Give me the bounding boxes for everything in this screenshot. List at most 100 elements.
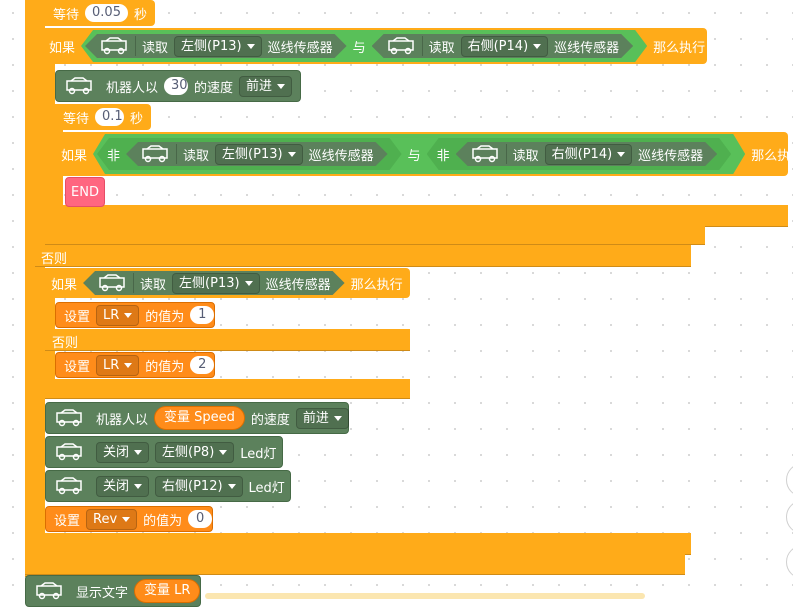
speed-of-label: 的速度 [250,412,290,428]
chevron-down-icon [247,44,255,49]
read-label: 读取 [183,148,210,164]
chevron-down-icon [219,449,228,455]
zoom-reset-button[interactable] [786,545,793,579]
led-side-dropdown[interactable]: 左侧(P8) [155,441,235,463]
value-input[interactable]: 1 [190,306,215,324]
then-label: 那么执行 [350,277,403,293]
chevron-down-icon [134,449,143,455]
wait-value-input[interactable]: 0.1 [95,108,124,126]
chevron-down-icon [288,152,296,157]
sensor-read-right[interactable]: 读取 右侧(P14) 巡线传感器 [456,142,718,166]
led-state-dropdown[interactable]: 关闭 [96,475,150,497]
end-block[interactable]: END [65,177,105,207]
sensor-read-left[interactable]: 读取 左侧(P13) 巡线传感器 [85,34,347,58]
chevron-down-icon [245,281,253,286]
separator [176,144,177,164]
dropdown-value: LR [103,357,120,373]
sensor-read-left[interactable]: 读取 左侧(P13) 巡线传感器 [83,271,345,295]
chevron-down-icon [617,152,625,157]
dropdown-value: 左侧(P8) [162,444,215,460]
value-input[interactable]: 0 [188,510,213,528]
variable-dropdown[interactable]: LR [96,354,140,376]
value-of-label: 的值为 [143,513,183,529]
if3-bottom [55,205,788,227]
read-label: 读取 [428,40,455,56]
speed-variable-reporter[interactable]: 变量 Speed [154,406,245,430]
if-label: 如果 [61,148,88,164]
else1-bottom [35,533,691,555]
robot-car-icon [34,582,64,600]
if-label: 如果 [49,40,76,56]
zoom-out-button[interactable] [786,500,793,534]
sec-label: 秒 [129,111,143,127]
led-block-right[interactable]: 关闭 右侧(P12) Led灯 [45,470,291,502]
led-block-left[interactable]: 关闭 左侧(P8) Led灯 [45,436,283,468]
not-label: 非 [436,148,450,164]
dropdown-value: 前进 [302,410,329,426]
direction-dropdown[interactable]: 前进 [295,407,349,429]
variable-dropdown[interactable]: Rev [86,508,138,530]
separator [506,144,507,164]
wait-block-1[interactable]: 等待 0.05 秒 [45,0,155,26]
sensor-read-right[interactable]: 读取 右侧(P14) 巡线传感器 [372,34,634,58]
not-operator-left[interactable]: 非 读取 左侧(P13) 巡线传感器 [97,138,402,170]
horizontal-scrollbar[interactable] [205,593,645,599]
and-label: 与 [407,148,421,164]
and-label: 与 [352,40,366,56]
wait-value-input[interactable]: 0.05 [85,4,128,22]
and-operator[interactable]: 非 读取 左侧(P13) 巡线传感器 与 非 读取 右侧(P14) 巡线传感器 [93,134,745,174]
chevron-down-icon [124,312,133,318]
end-label: END [71,184,99,200]
robot-speed-block-1[interactable]: 机器人以 30 的速度 前进 [55,70,301,102]
value-of-label: 的值为 [145,359,185,375]
set-var-block-2[interactable]: 设置 LR 的值为 2 [55,352,215,378]
else-label-1: 否则 [41,252,68,267]
side-dropdown[interactable]: 左侧(P13) [174,36,262,57]
wait-label: 等待 [63,111,90,127]
chevron-down-icon [122,516,131,522]
robot-car-icon [97,274,127,292]
speed-value-input[interactable]: 30 [164,77,189,95]
if2-bottom [45,225,705,245]
if4-bottom [45,379,410,399]
variable-dropdown[interactable]: LR [96,304,140,326]
if-block-1[interactable]: 如果 读取 左侧(P13) 巡线传感器 与 读取 右侧(P14) 巡线传感器 那… [35,28,707,64]
set-var-block-3[interactable]: 设置 Rev 的值为 0 [45,506,213,532]
chevron-down-icon [227,483,236,489]
if-label: 如果 [51,277,78,293]
zoom-in-button[interactable] [786,463,793,497]
wait-block-2[interactable]: 等待 0.1 秒 [55,104,151,130]
not-operator-right[interactable]: 非 读取 右侧(P14) 巡线传感器 [427,138,732,170]
side-dropdown[interactable]: 左侧(P13) [172,273,260,294]
wait-label: 等待 [53,7,80,23]
if-block-2[interactable]: 如果 非 读取 左侧(P13) 巡线传感器 与 非 读取 右侧(P14) 巡线传… [55,132,793,176]
robot-car-icon [54,477,84,495]
set-label: 设置 [64,359,91,375]
show-text-block[interactable]: 显示文字 变量 LR [25,575,201,607]
dropdown-value: 前进 [246,78,273,94]
value-input[interactable]: 2 [190,356,215,374]
if-block-3[interactable]: 如果 读取 左侧(P13) 巡线传感器 那么执行 [45,268,410,298]
speed-of-label: 的速度 [194,80,234,96]
chevron-down-icon [277,83,286,89]
chevron-down-icon [333,415,342,421]
set-var-block-1[interactable]: 设置 LR 的值为 1 [55,302,215,328]
read-label: 读取 [142,40,169,56]
side-dropdown[interactable]: 左侧(P13) [215,144,303,165]
side-dropdown[interactable]: 右侧(P14) [545,144,633,165]
sensor-read-left[interactable]: 读取 左侧(P13) 巡线传感器 [126,142,388,166]
else1-c-arm [35,260,45,560]
sensor-label: 巡线传感器 [638,148,704,164]
direction-dropdown[interactable]: 前进 [239,75,293,97]
robot-speed-block-2[interactable]: 机器人以 变量 Speed 的速度 前进 [45,402,349,434]
side-dropdown[interactable]: 右侧(P14) [461,36,549,57]
set-label: 设置 [54,513,81,529]
then-label: 那么执行 [751,148,793,164]
and-operator[interactable]: 读取 左侧(P13) 巡线传感器 与 读取 右侧(P14) 巡线传感器 [81,30,647,62]
led-side-dropdown[interactable]: 右侧(P12) [155,475,243,497]
led-state-dropdown[interactable]: 关闭 [96,441,150,463]
dropdown-value: LR [103,307,120,323]
lr-variable-reporter[interactable]: 变量 LR [134,579,201,603]
chevron-down-icon [124,362,133,368]
dropdown-value: 左侧(P13) [179,275,240,291]
